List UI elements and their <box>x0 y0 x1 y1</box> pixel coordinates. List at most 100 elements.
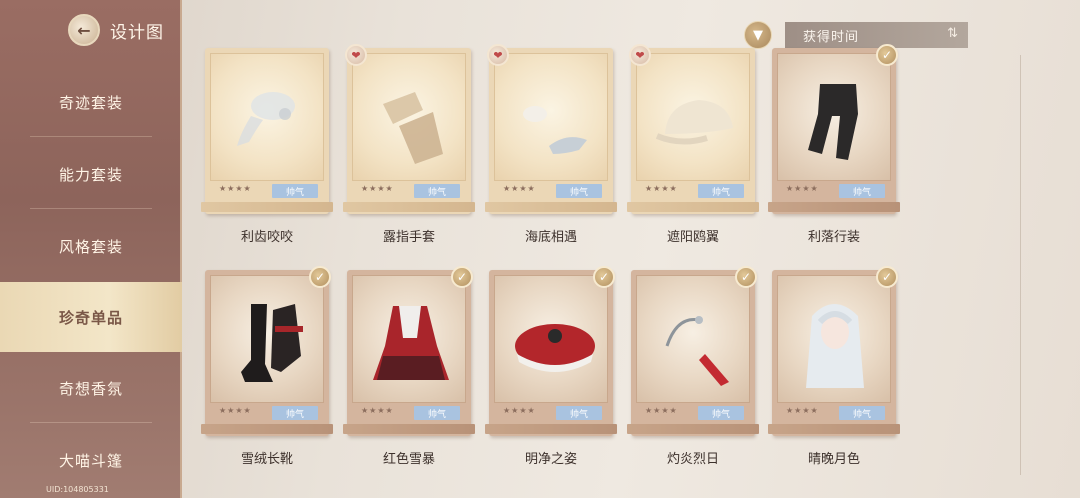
card-name: 海底相遇 <box>524 230 577 245</box>
sidebar-item-cloak[interactable]: 大喵斗篷 <box>0 432 182 488</box>
style-tag: 帅气 <box>272 184 318 198</box>
item-card[interactable]: ✓ ★★★★ 帅气 <box>485 266 617 436</box>
sidebar-divider <box>30 422 152 423</box>
item-card[interactable]: ✓ ★★★★ 帅气 <box>201 266 333 436</box>
card-image <box>494 53 608 181</box>
card-name: 利齿咬咬 <box>240 230 293 245</box>
rarity-stars: ★★★★ <box>219 184 252 193</box>
sidebar-divider <box>30 208 152 209</box>
sidebar: ← 设计图 奇迹套装 能力套装 风格套装 珍奇单品 奇想香氛 大喵斗篷 UID:… <box>0 0 182 498</box>
sidebar-item-label: 大喵斗篷 <box>58 451 123 470</box>
card-base <box>343 202 475 212</box>
card-base <box>627 202 759 212</box>
page-title: 设计图 <box>110 22 164 43</box>
red-dress-item-icon <box>373 306 449 380</box>
card-name: 雪绒长靴 <box>240 452 293 467</box>
card-name: 晴晚月色 <box>807 452 860 467</box>
style-tag: 帅气 <box>698 406 744 420</box>
item-card[interactable]: ✓ ★★★★ 帅气 <box>627 266 759 436</box>
card-base <box>768 424 900 434</box>
sidebar-item-label: 风格套装 <box>58 237 123 256</box>
sidebar-item-miracle-set[interactable]: 奇迹套装 <box>0 74 182 130</box>
gloves-item-icon <box>383 92 443 164</box>
item-card[interactable]: ❤ ★★★★ 帅气 <box>485 44 617 214</box>
card-name: 明净之姿 <box>524 452 577 467</box>
item-card[interactable]: ✓ ★★★★ 帅气 <box>343 266 475 436</box>
rarity-stars: ★★★★ <box>503 184 536 193</box>
style-tag: 帅气 <box>556 184 602 198</box>
sort-label: 获得时间 <box>803 29 860 45</box>
sidebar-header: ← 设计图 <box>68 14 164 46</box>
card-name: 灼炎烈日 <box>666 452 719 467</box>
scarf-item-icon <box>237 92 295 146</box>
sidebar-divider <box>30 136 152 137</box>
checkmark-icon: ✓ <box>309 266 331 288</box>
card-image <box>494 275 608 403</box>
card-image <box>210 53 324 181</box>
item-card[interactable]: ❤ ★★★★ 帅气 <box>627 44 759 214</box>
card-image <box>210 275 324 403</box>
rarity-stars: ★★★★ <box>361 184 394 193</box>
sidebar-item-label: 奇想香氛 <box>58 379 123 398</box>
checkmark-icon: ✓ <box>876 44 898 66</box>
cap-item-icon <box>655 100 733 145</box>
style-tag: 帅气 <box>272 406 318 420</box>
sidebar-item-label: 珍奇单品 <box>58 308 123 327</box>
sidebar-item-ability-set[interactable]: 能力套装 <box>0 146 182 202</box>
red-crystal-earring-icon <box>665 316 729 386</box>
uid-label: UID:104805331 <box>46 485 109 494</box>
card-name: 露指手套 <box>382 230 435 245</box>
rarity-stars: ★★★★ <box>219 406 252 415</box>
card-image <box>777 275 891 403</box>
style-tag: 帅气 <box>414 184 460 198</box>
card-base <box>485 202 617 212</box>
sort-toggle-icon[interactable]: ⇅ <box>947 26 958 41</box>
style-tag: 帅气 <box>839 406 885 420</box>
checkmark-icon: ✓ <box>876 266 898 288</box>
silver-hair-item-icon <box>806 304 864 388</box>
shark-accessory-icon <box>523 106 587 154</box>
item-card[interactable]: ✓ ★★★★ 帅气 <box>768 44 900 214</box>
style-tag: 帅气 <box>698 184 744 198</box>
sidebar-item-label: 奇迹套装 <box>58 93 123 112</box>
item-card[interactable]: ★★★★ 帅气 <box>201 48 333 214</box>
sidebar-item-label: 能力套装 <box>58 165 123 184</box>
rarity-stars: ★★★★ <box>786 184 819 193</box>
card-name: 遮阳鸥翼 <box>666 230 719 245</box>
card-base <box>768 202 900 212</box>
sidebar-item-style-set[interactable]: 风格套装 <box>0 218 182 274</box>
checkmark-icon: ✓ <box>451 266 473 288</box>
card-base <box>627 424 759 434</box>
style-tag: 帅气 <box>556 406 602 420</box>
pants-item-icon <box>808 84 858 160</box>
rarity-stars: ★★★★ <box>361 406 394 415</box>
rarity-stars: ★★★★ <box>786 406 819 415</box>
card-image <box>352 275 466 403</box>
funnel-filter-icon[interactable]: ▼ <box>744 21 772 49</box>
card-base <box>343 424 475 434</box>
card-image <box>352 53 466 181</box>
back-arrow-icon[interactable]: ← <box>68 14 100 46</box>
item-card[interactable]: ✓ ★★★★ 帅气 <box>768 266 900 436</box>
heart-badge-icon: ❤ <box>629 44 651 66</box>
red-beret-item-icon <box>515 324 595 372</box>
sort-dropdown[interactable]: 获得时间 ⇅ <box>785 22 968 48</box>
card-image <box>777 53 891 181</box>
heart-badge-icon: ❤ <box>487 44 509 66</box>
style-tag: 帅气 <box>839 184 885 198</box>
card-base <box>485 424 617 434</box>
style-tag: 帅气 <box>414 406 460 420</box>
rarity-stars: ★★★★ <box>503 406 536 415</box>
checkmark-icon: ✓ <box>735 266 757 288</box>
checkmark-icon: ✓ <box>593 266 615 288</box>
sidebar-item-rare-single[interactable]: 珍奇单品 <box>0 282 182 352</box>
scroll-track <box>1020 55 1021 475</box>
sidebar-item-fragrance[interactable]: 奇想香氛 <box>0 360 182 416</box>
rarity-stars: ★★★★ <box>645 184 678 193</box>
card-name: 红色雪暴 <box>382 452 435 467</box>
rarity-stars: ★★★★ <box>645 406 678 415</box>
card-base <box>201 424 333 434</box>
item-card[interactable]: ❤ ★★★★ 帅气 <box>343 44 475 214</box>
heart-badge-icon: ❤ <box>345 44 367 66</box>
card-image <box>636 275 750 403</box>
